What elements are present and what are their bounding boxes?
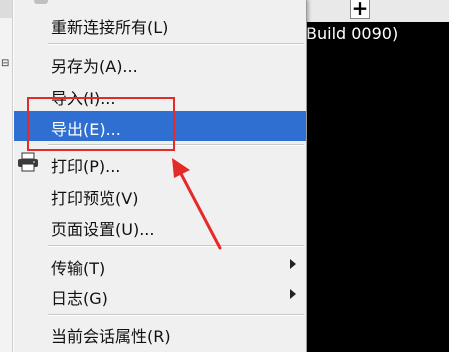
menu-item-label: 重新连接所有(L) — [51, 18, 169, 37]
background-window-titlebar — [0, 0, 12, 18]
menu-item-label: 传输(T) — [51, 259, 106, 278]
menu-item-label: 另存为(A)... — [51, 57, 138, 76]
menu-item-transfer[interactable]: 传输(T) — [14, 250, 306, 280]
menu-item-label: 日志(G) — [51, 289, 108, 308]
annotation-highlight-box — [27, 97, 175, 151]
menu-separator — [48, 314, 304, 316]
menu-item-label: 打印(P)... — [51, 157, 121, 176]
menu-item-label: 页面设置(U)... — [51, 220, 155, 239]
menu-item-session-properties[interactable]: 当前会话属性(R) — [14, 318, 306, 348]
session-tab-bar — [300, 0, 449, 22]
menu-item-save-as[interactable]: 另存为(A)... — [14, 48, 306, 78]
menu-separator — [48, 43, 304, 45]
menu-item-log[interactable]: 日志(G) — [14, 280, 306, 310]
new-tab-button[interactable]: + — [350, 0, 370, 19]
terminal-line-build: Build 0090) — [306, 24, 399, 43]
menu-item-print-preview[interactable]: 打印预览(V) — [14, 180, 306, 210]
menu-item-print[interactable]: 打印(P)... — [14, 148, 306, 178]
menu-item-reconnect-all[interactable]: 重新连接所有(L) — [14, 9, 306, 39]
chevron-right-icon — [290, 259, 296, 269]
chevron-right-icon — [290, 289, 296, 299]
menu-item-page-setup[interactable]: 页面设置(U)... — [14, 211, 306, 241]
menu-top-partial-item — [34, 0, 48, 4]
background-window-edge: ⊟ — [0, 0, 13, 352]
file-context-menu: 重新连接所有(L) 另存为(A)... 导入(I)... 导出(E)... 打印… — [14, 0, 307, 352]
menu-separator — [48, 245, 304, 247]
menu-item-label: 打印预览(V) — [51, 189, 139, 208]
terminal-pane[interactable] — [300, 22, 449, 352]
printer-icon — [18, 152, 38, 172]
background-window-glyph: ⊟ — [1, 58, 10, 69]
terminal-line-help: to learn how — [323, 88, 423, 107]
terminal-line-copyright: c) 2020 NetSa — [306, 47, 420, 66]
menu-item-label: 当前会话属性(R) — [51, 327, 171, 346]
